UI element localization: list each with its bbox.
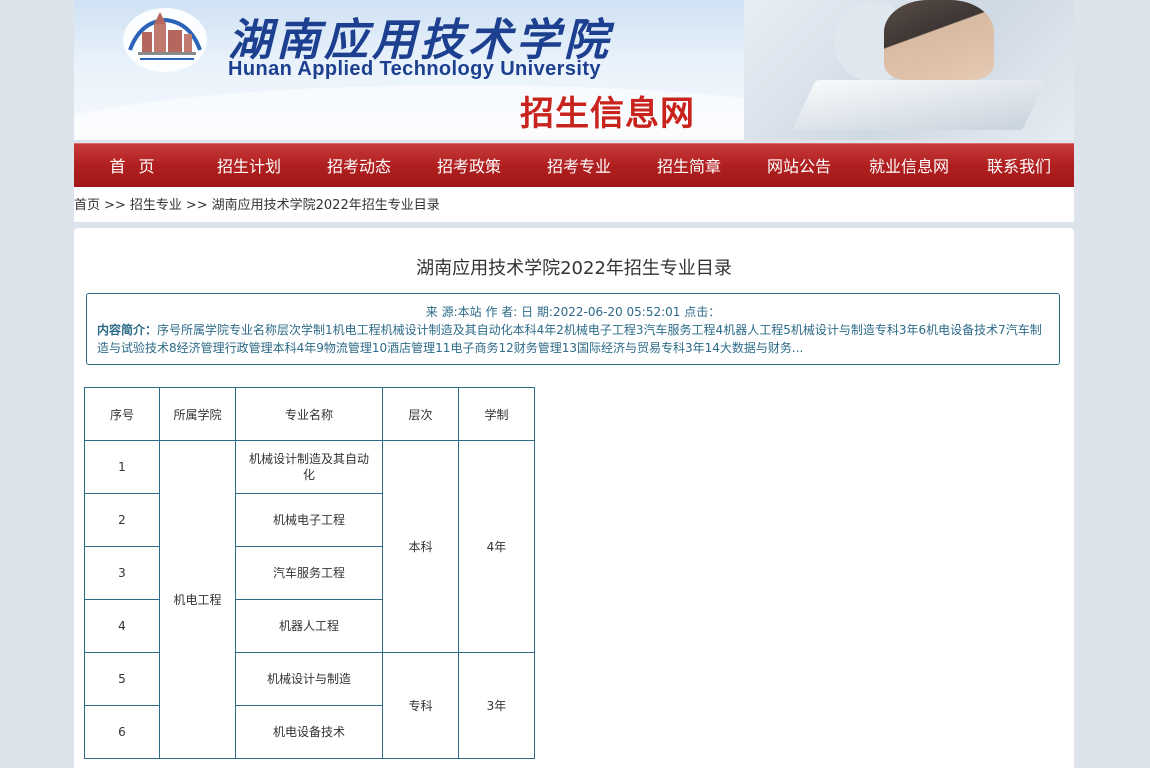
intro-text: 序号所属学院专业名称层次学制1机电工程机械设计制造及其自动化本科4年2机械电子工… (97, 323, 1042, 355)
row-major: 机电设备技术 (235, 705, 383, 759)
nav-employment[interactable]: 就业信息网 (854, 144, 964, 188)
header-college: 所属学院 (159, 387, 236, 441)
row-no: 4 (84, 599, 160, 653)
intro-label: 内容简介： (97, 323, 158, 337)
breadcrumb-separator: >> (104, 198, 126, 213)
nav-majors[interactable]: 招考专业 (524, 144, 634, 188)
row-major: 汽车服务工程 (235, 546, 383, 600)
row-duration: 3年 (458, 652, 535, 759)
article-intro: 内容简介：序号所属学院专业名称层次学制1机电工程机械设计制造及其自动化本科4年2… (87, 321, 1059, 357)
row-no: 1 (84, 440, 160, 494)
breadcrumb: 首页 >> 招生专业 >> 湖南应用技术学院2022年招生专业目录 (74, 187, 1074, 222)
nav-exam-policy[interactable]: 招考政策 (414, 144, 524, 188)
table-row: 5 机械设计与制造 专科 3年 (84, 652, 535, 759)
main-nav: 首 页 招生计划 招考动态 招考政策 招考专业 招生简章 网站公告 就业信息网 … (74, 143, 1074, 188)
breadcrumb-current: 湖南应用技术学院2022年招生专业目录 (211, 198, 440, 213)
nav-home[interactable]: 首 页 (74, 144, 194, 188)
row-no: 3 (84, 546, 160, 600)
nav-exam-news[interactable]: 招考动态 (304, 144, 414, 188)
student-photo (884, 0, 994, 80)
row-college: 机电工程 (159, 440, 236, 759)
article-meta: 来 源:本站 作 者: 日 期:2022-06-20 05:52:01 点击： (425, 305, 721, 319)
university-logo-icon (123, 8, 207, 72)
site-banner: 湖南应用技术学院 Hunan Applied Technology Univer… (74, 0, 1074, 140)
row-major: 机械设计与制造 (235, 652, 383, 706)
row-major: 机械电子工程 (235, 493, 383, 547)
article-title: 湖南应用技术学院2022年招生专业目录 (416, 258, 732, 279)
majors-table: 序号 所属学院 专业名称 层次 学制 1 机电工程 机械设计制造及其自动化 本科… (84, 387, 535, 759)
university-name-en: Hunan Applied Technology University (228, 58, 601, 80)
row-level: 专科 (382, 652, 459, 759)
nav-enrollment-plan[interactable]: 招生计划 (194, 144, 304, 188)
row-major: 机械设计制造及其自动化 (235, 440, 383, 494)
article-summary: 来 源:本站 作 者: 日 期:2022-06-20 05:52:01 点击： … (86, 293, 1060, 365)
header-major: 专业名称 (235, 387, 383, 441)
breadcrumb-separator: >> (185, 198, 208, 213)
nav-announcements[interactable]: 网站公告 (744, 144, 854, 188)
table-header-row: 序号 所属学院 专业名称 层次 学制 (84, 387, 535, 441)
row-duration: 4年 (458, 440, 535, 653)
book-photo (792, 80, 1046, 130)
page: 湖南应用技术学院 Hunan Applied Technology Univer… (74, 0, 1074, 768)
row-no: 6 (84, 705, 160, 759)
breadcrumb-section[interactable]: 招生专业 (130, 198, 182, 213)
row-no: 5 (84, 652, 160, 706)
header-level: 层次 (382, 387, 459, 441)
nav-contact[interactable]: 联系我们 (964, 144, 1074, 188)
row-level: 本科 (382, 440, 459, 653)
article-panel: 湖南应用技术学院2022年招生专业目录 来 源:本站 作 者: 日 期:2022… (74, 228, 1074, 768)
row-major: 机器人工程 (235, 599, 383, 653)
table-row: 1 机电工程 机械设计制造及其自动化 本科 4年 (84, 440, 535, 759)
row-no: 2 (84, 493, 160, 547)
portal-name: 招生信息网 (520, 94, 695, 134)
breadcrumb-home[interactable]: 首页 (74, 198, 100, 213)
header-no: 序号 (84, 387, 160, 441)
header-duration: 学制 (458, 387, 535, 441)
nav-brochure[interactable]: 招生简章 (634, 144, 744, 188)
